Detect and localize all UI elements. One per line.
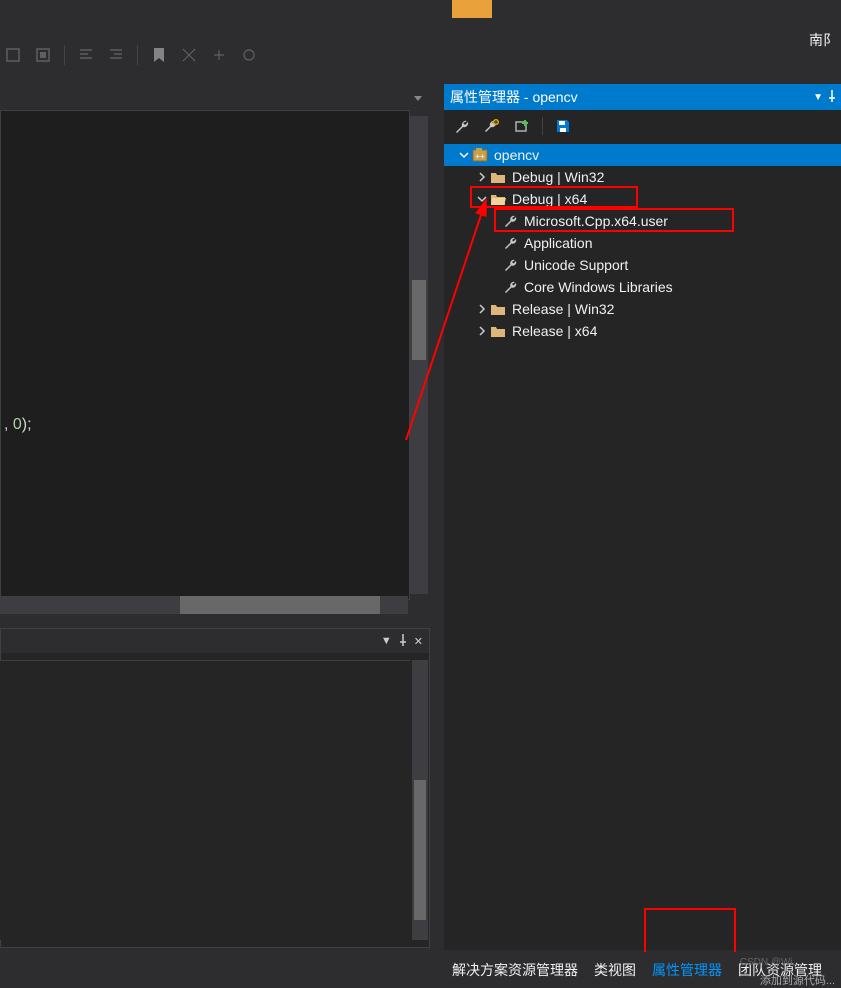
panel-title-bar[interactable]: 属性管理器 - opencv ▼ [444, 84, 841, 110]
pin-icon[interactable] [827, 89, 837, 105]
tree-label: Debug | x64 [512, 191, 587, 207]
folder-open-icon [490, 192, 506, 206]
new-property-sheet-icon[interactable] [482, 116, 502, 136]
svg-text:++: ++ [475, 152, 485, 161]
tree-label: opencv [494, 147, 539, 163]
chevron-down-icon [414, 96, 422, 101]
watermark-text: CSDN @Wi... [740, 957, 801, 968]
tree-config-node[interactable]: Release | x64 [444, 320, 841, 342]
close-icon[interactable]: ✕ [414, 635, 423, 648]
top-right-text: 南阝 [809, 30, 837, 50]
tree-config-node[interactable]: Release | Win32 [444, 298, 841, 320]
toolbar-icon[interactable] [178, 44, 200, 66]
tree-config-node-debug-x64[interactable]: Debug | x64 [444, 188, 841, 210]
chevron-down-icon[interactable]: ▼ [381, 635, 392, 647]
toolbar-icon[interactable] [32, 44, 54, 66]
editor-toolbar [0, 40, 260, 70]
code-text: , 0); [4, 414, 32, 434]
tree-sheet-node-user[interactable]: Microsoft.Cpp.x64.user [444, 210, 841, 232]
panel-toolbar [444, 110, 841, 142]
property-tree: ++ opencv Debug | Win32 Debug | x64 Micr… [444, 142, 841, 342]
tab-class-view[interactable]: 类视图 [586, 954, 644, 986]
toolbar-separator [64, 45, 65, 65]
tree-project-node[interactable]: ++ opencv [444, 144, 841, 166]
project-icon: ++ [472, 147, 488, 163]
scrollbar-thumb[interactable] [412, 280, 426, 360]
tree-label: Application [524, 235, 593, 251]
folder-icon [490, 302, 506, 316]
scrollbar-thumb[interactable] [180, 596, 380, 614]
add-existing-icon[interactable] [512, 116, 532, 136]
expand-icon[interactable] [476, 303, 488, 315]
property-manager-panel: 属性管理器 - opencv ▼ ++ opencv Debug | Win32… [444, 84, 841, 950]
output-pane-header: ▼ ✕ [1, 629, 429, 653]
folder-icon [490, 170, 506, 184]
wrench-icon [504, 214, 518, 228]
top-bar [0, 0, 841, 20]
wrench-icon [504, 236, 518, 250]
output-body[interactable] [0, 660, 410, 940]
tree-sheet-node[interactable]: Application [444, 232, 841, 254]
outdent-icon[interactable] [75, 44, 97, 66]
folder-icon [490, 324, 506, 338]
panel-title-text: 属性管理器 - opencv [450, 87, 578, 107]
tree-sheet-node[interactable]: Core Windows Libraries [444, 276, 841, 298]
statusbar-fragment: 添加到源代码... [760, 972, 835, 988]
toolbar-icon[interactable] [2, 44, 24, 66]
editor-nav-bar[interactable] [0, 86, 430, 110]
toolbar-icon[interactable] [238, 44, 260, 66]
wrench-icon [504, 258, 518, 272]
expand-icon[interactable] [476, 171, 488, 183]
wrench-icon [504, 280, 518, 294]
tree-label: Debug | Win32 [512, 169, 604, 185]
collapse-icon[interactable] [476, 193, 488, 205]
orange-highlight-block [452, 0, 492, 18]
tree-config-node[interactable]: Debug | Win32 [444, 166, 841, 188]
tree-label: Core Windows Libraries [524, 279, 673, 295]
tree-sheet-node[interactable]: Unicode Support [444, 254, 841, 276]
tab-solution-explorer[interactable]: 解决方案资源管理器 [444, 954, 586, 986]
wrench-icon[interactable] [452, 116, 472, 136]
toolbar-separator [137, 45, 138, 65]
code-editor[interactable] [0, 110, 410, 600]
scrollbar-thumb[interactable] [414, 780, 426, 920]
collapse-icon[interactable] [458, 149, 470, 161]
chevron-down-icon[interactable]: ▼ [813, 92, 823, 103]
tree-label: Release | Win32 [512, 301, 614, 317]
tab-property-manager[interactable]: 属性管理器 [644, 954, 730, 986]
pin-icon[interactable] [398, 634, 408, 649]
tree-label: Release | x64 [512, 323, 597, 339]
tree-label: Microsoft.Cpp.x64.user [524, 213, 668, 229]
tree-label: Unicode Support [524, 257, 628, 273]
indent-icon[interactable] [105, 44, 127, 66]
toolbar-icon[interactable] [208, 44, 230, 66]
expand-icon[interactable] [476, 325, 488, 337]
bookmark-icon[interactable] [148, 44, 170, 66]
save-icon[interactable] [553, 116, 573, 136]
